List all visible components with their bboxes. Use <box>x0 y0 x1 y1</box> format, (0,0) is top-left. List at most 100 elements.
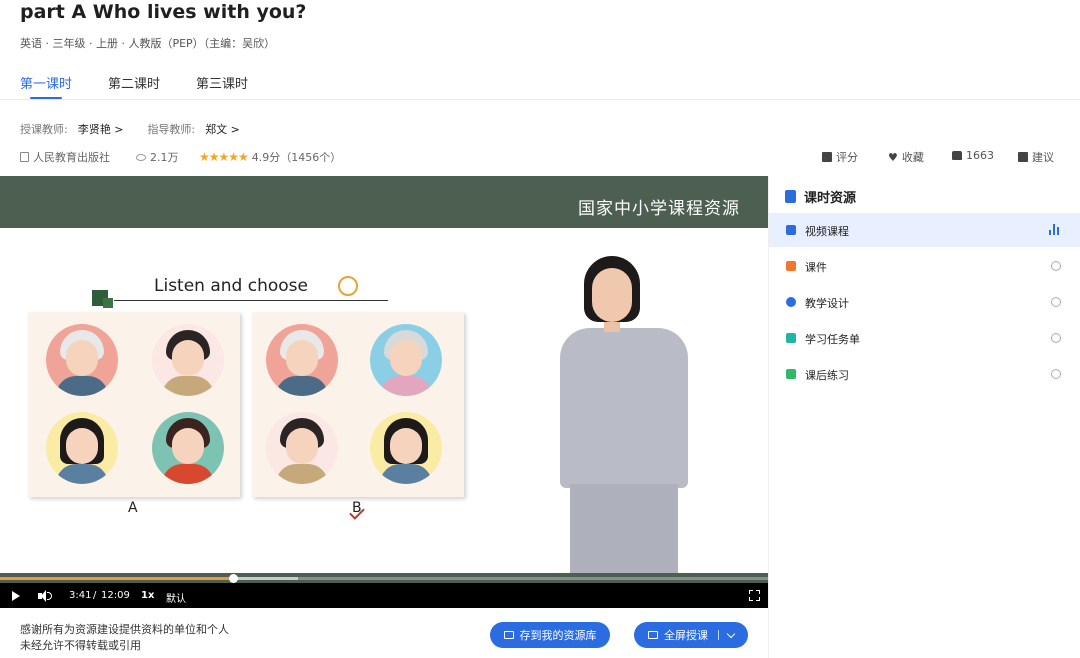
notice-line-1: 感谢所有为资源建设提供资料的单位和个人 <box>20 623 229 636</box>
duration: 12:09 <box>101 590 130 601</box>
favorite-label: 收藏 <box>901 151 924 164</box>
exercise-icon <box>786 369 796 379</box>
playing-bars-icon <box>1049 224 1061 235</box>
screen-icon <box>648 631 658 639</box>
advisor-name: 郑文 <box>205 123 228 136</box>
video-slide: Listen and choose A B <box>0 228 768 584</box>
mother-avatar <box>46 412 118 484</box>
active-tab-underline <box>30 97 62 99</box>
mother-avatar <box>370 412 442 484</box>
resource-label: 教学设计 <box>805 297 849 310</box>
fullscreen-icon[interactable] <box>749 590 760 601</box>
resource-item-teaching-design[interactable]: 教学设计 <box>769 285 1080 319</box>
chevron-right-icon: > <box>114 123 124 136</box>
decor-square <box>103 298 113 308</box>
thumbs-up-icon <box>952 151 962 160</box>
speed-button[interactable]: 1x <box>141 590 154 601</box>
grandma-avatar <box>370 324 442 396</box>
notice-line-2: 未经允许不得转载或引用 <box>20 639 141 652</box>
lecturer-name-link[interactable]: 李贤艳 > <box>78 121 124 137</box>
status-circle <box>1051 369 1061 379</box>
option-label-a: A <box>128 500 138 516</box>
resource-label: 课后练习 <box>805 369 849 382</box>
teacher-row: 授课教师: 李贤艳 > 指导教师: 郑文 > <box>20 121 264 137</box>
panel-header: 课时资源 <box>785 187 856 206</box>
lesson-resources-panel: 课时资源 视频课程 课件 教学设计 学习任务单 课后练习 <box>768 176 1080 658</box>
view-count: 2.1万 <box>136 149 179 165</box>
copyright-notice: 感谢所有为资源建设提供资料的单位和个人 未经允许不得转载或引用 <box>20 622 229 654</box>
progress-handle[interactable] <box>228 574 238 583</box>
course-meta: 英语 · 三年级 · 上册 · 人教版（PEP）（主编：吴欣） <box>20 37 276 50</box>
advisor-label: 指导教师: <box>147 123 196 136</box>
resource-item-video[interactable]: 视频课程 <box>769 213 1080 247</box>
girl-avatar <box>152 412 224 484</box>
progress-played <box>0 577 233 580</box>
document-icon <box>785 190 796 203</box>
grandpa-avatar <box>266 324 338 396</box>
banner-text: 国家中小学课程资源 <box>578 199 740 219</box>
suggest-button[interactable]: 建议 <box>1018 149 1054 165</box>
father-avatar <box>152 324 224 396</box>
slides-icon <box>786 261 796 271</box>
lecturer-name: 李贤艳 <box>77 123 111 136</box>
favorite-button[interactable]: ♥ 收藏 <box>888 149 924 165</box>
option-card-a <box>28 312 240 497</box>
like-count: 1663 <box>966 149 994 162</box>
player-controls: 3:41 / 12:09 1x 默认 <box>0 583 768 608</box>
lecturer-label: 授课教师: <box>20 123 68 136</box>
slide-title: Listen and choose <box>154 276 308 296</box>
comment-icon <box>822 152 832 162</box>
star-rating-icon: ★★★★★ <box>199 150 249 164</box>
status-circle <box>1051 333 1061 343</box>
panel-title: 课时资源 <box>804 191 857 206</box>
rate-button[interactable]: 评分 <box>822 149 858 165</box>
clipboard-icon <box>786 333 796 343</box>
like-button[interactable]: 1663 <box>952 149 994 162</box>
resource-item-exercises[interactable]: 课后练习 <box>769 357 1080 391</box>
resource-item-slides[interactable]: 课件 <box>769 249 1080 283</box>
play-icon[interactable] <box>12 591 20 601</box>
video-player[interactable]: 国家中小学课程资源 Listen and choose A B 3:41 / 1… <box>0 176 768 608</box>
quality-button[interactable]: 默认 <box>166 590 186 605</box>
resource-label: 视频课程 <box>805 225 849 238</box>
save-to-library-button[interactable]: 存到我的资源库 <box>490 622 610 648</box>
folder-icon <box>503 631 514 639</box>
lesson-tabs: 第一课时 第二课时 第三课时 <box>0 66 1080 100</box>
grandpa-avatar <box>46 324 118 396</box>
tools-icon <box>786 297 796 307</box>
fullscreen-label: 全屏授课 <box>664 629 708 642</box>
page-title: part A Who lives with you? <box>20 1 307 23</box>
resource-label: 学习任务单 <box>805 333 860 346</box>
heart-icon: ♥ <box>888 150 898 164</box>
progress-bar[interactable] <box>0 573 768 583</box>
rate-label: 评分 <box>836 151 858 164</box>
tab-lesson-2[interactable]: 第二课时 <box>108 73 160 92</box>
info-row: 人民教育出版社 2.1万 ★★★★★ 4.9分（1456个） 评分 ♥ 收藏 1… <box>20 149 1060 165</box>
chevron-down-icon[interactable] <box>726 629 736 638</box>
current-time: 3:41 <box>69 590 92 601</box>
feedback-icon <box>1018 152 1028 162</box>
fullscreen-teaching-button[interactable]: 全屏授课 <box>634 622 748 648</box>
book-icon <box>20 152 29 162</box>
publisher-name: 人民教育出版社 <box>33 151 110 164</box>
headphones-icon <box>338 276 358 296</box>
time-separator: / <box>93 590 97 601</box>
resource-item-task-sheet[interactable]: 学习任务单 <box>769 321 1080 355</box>
father-avatar <box>266 412 338 484</box>
title-underline <box>114 300 388 301</box>
suggest-label: 建议 <box>1032 151 1054 164</box>
save-label: 存到我的资源库 <box>519 629 597 642</box>
tab-lesson-3[interactable]: 第三课时 <box>196 73 248 92</box>
video-banner: 国家中小学课程资源 <box>0 176 768 228</box>
chevron-right-icon: > <box>230 123 240 136</box>
volume-icon[interactable] <box>38 590 52 602</box>
rating: ★★★★★ 4.9分（1456个） <box>199 149 341 165</box>
tab-lesson-1[interactable]: 第一课时 <box>20 73 72 92</box>
status-circle <box>1051 297 1061 307</box>
views-value: 2.1万 <box>150 151 179 164</box>
status-circle <box>1051 261 1061 271</box>
advisor-name-link[interactable]: 郑文 > <box>205 121 240 137</box>
resource-label: 课件 <box>805 261 827 274</box>
eye-icon <box>136 153 146 161</box>
publisher: 人民教育出版社 <box>20 149 110 165</box>
